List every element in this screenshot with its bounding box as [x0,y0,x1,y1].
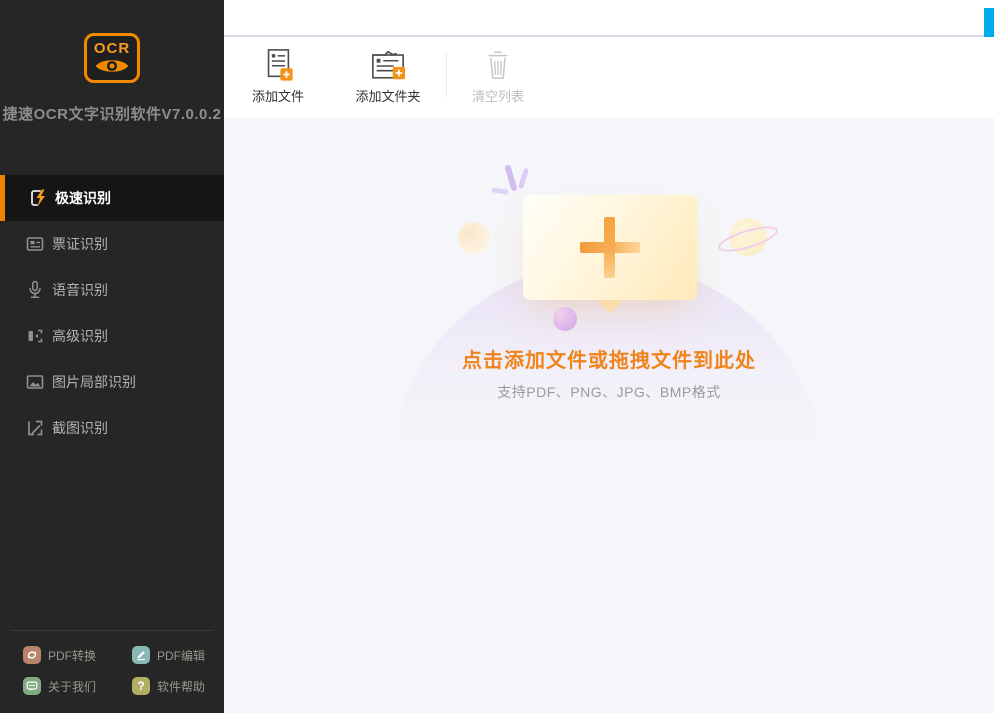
eye-icon [94,57,130,75]
sidebar-item-label: 票证识别 [52,234,108,254]
circle-decoration [553,307,577,331]
logo-text: OCR [94,41,130,56]
sidebar-item-label: 截图识别 [52,418,108,438]
sidebar-menu: 极速识别 票证识别 [0,175,224,451]
toolbar-button-label: 添加文件夹 [355,86,420,105]
app-logo: OCR [0,0,224,83]
corner-accent[interactable] [984,8,994,37]
ocr-logo-icon: OCR [84,33,140,83]
add-folder-icon [369,47,407,83]
sidebar-item-fast-recognition[interactable]: 极速识别 [0,175,224,221]
software-help-link[interactable]: ? 软件帮助 [132,677,224,695]
app-title: 捷速OCR文字识别软件V7.0.0.2 [0,103,224,124]
microphone-icon [25,280,45,300]
sidebar-item-screenshot-recognition[interactable]: 截图识别 [0,405,224,451]
add-folder-button[interactable]: 添加文件夹 [344,37,432,105]
pdf-edit-link[interactable]: PDF编辑 [132,646,224,664]
add-file-icon [261,47,295,83]
toolbar-separator [446,53,447,97]
footer-link-label: PDF转换 [48,647,96,664]
toolbar-button-label: 清空列表 [472,86,524,105]
circle-decoration [458,222,490,254]
plus-icon [604,217,615,278]
add-file-button[interactable]: 添加文件 [234,37,322,105]
brackets-icon [25,326,45,346]
dropzone-artwork: 点击添加文件或拖拽文件到此处 支持PDF、PNG、JPG、BMP格式 [374,162,844,492]
sidebar-item-label: 高级识别 [52,326,108,346]
toolbar-button-label: 添加文件 [252,86,304,105]
app-window: OCR 捷速OCR文字识别软件V7.0.0.2 极速识别 [0,0,994,713]
about-us-link[interactable]: 关于我们 [23,677,132,695]
main-area: 添加文件 添加文 [224,0,994,713]
chat-icon [23,677,41,695]
sidebar-item-advanced-recognition[interactable]: 高级识别 [0,313,224,359]
sidebar-item-voice-recognition[interactable]: 语音识别 [0,267,224,313]
clear-list-button[interactable]: 清空列表 [454,37,542,105]
image-icon [25,372,45,392]
dropzone-supported-formats: 支持PDF、PNG、JPG、BMP格式 [374,382,844,402]
divider [10,630,214,631]
pencil-icon [132,646,150,664]
planet-icon [719,214,779,262]
sync-icon [23,646,41,664]
sidebar-footer: PDF转换 PDF编辑 [0,630,224,713]
ticket-icon [25,234,45,254]
trash-icon [482,47,514,83]
titlebar [224,0,994,37]
sidebar-item-label: 极速识别 [55,188,111,208]
sidebar-item-image-region-recognition[interactable]: 图片局部识别 [0,359,224,405]
footer-link-label: 软件帮助 [157,678,205,695]
sidebar-item-label: 语音识别 [52,280,108,300]
sparkle-icon [486,162,538,198]
bubble-pointer [597,299,623,314]
footer-link-label: 关于我们 [48,678,96,695]
question-icon: ? [132,677,150,695]
sidebar: OCR 捷速OCR文字识别软件V7.0.0.2 极速识别 [0,0,224,713]
crop-icon [25,418,45,438]
toolbar: 添加文件 添加文 [224,37,994,118]
lightning-doc-icon [28,188,48,208]
sidebar-item-label: 图片局部识别 [52,372,136,392]
footer-link-label: PDF编辑 [157,647,205,664]
file-drop-area[interactable]: 点击添加文件或拖拽文件到此处 支持PDF、PNG、JPG、BMP格式 [224,118,994,713]
pdf-convert-link[interactable]: PDF转换 [23,646,132,664]
sidebar-item-ticket-recognition[interactable]: 票证识别 [0,221,224,267]
dropzone-headline: 点击添加文件或拖拽文件到此处 [374,344,844,373]
